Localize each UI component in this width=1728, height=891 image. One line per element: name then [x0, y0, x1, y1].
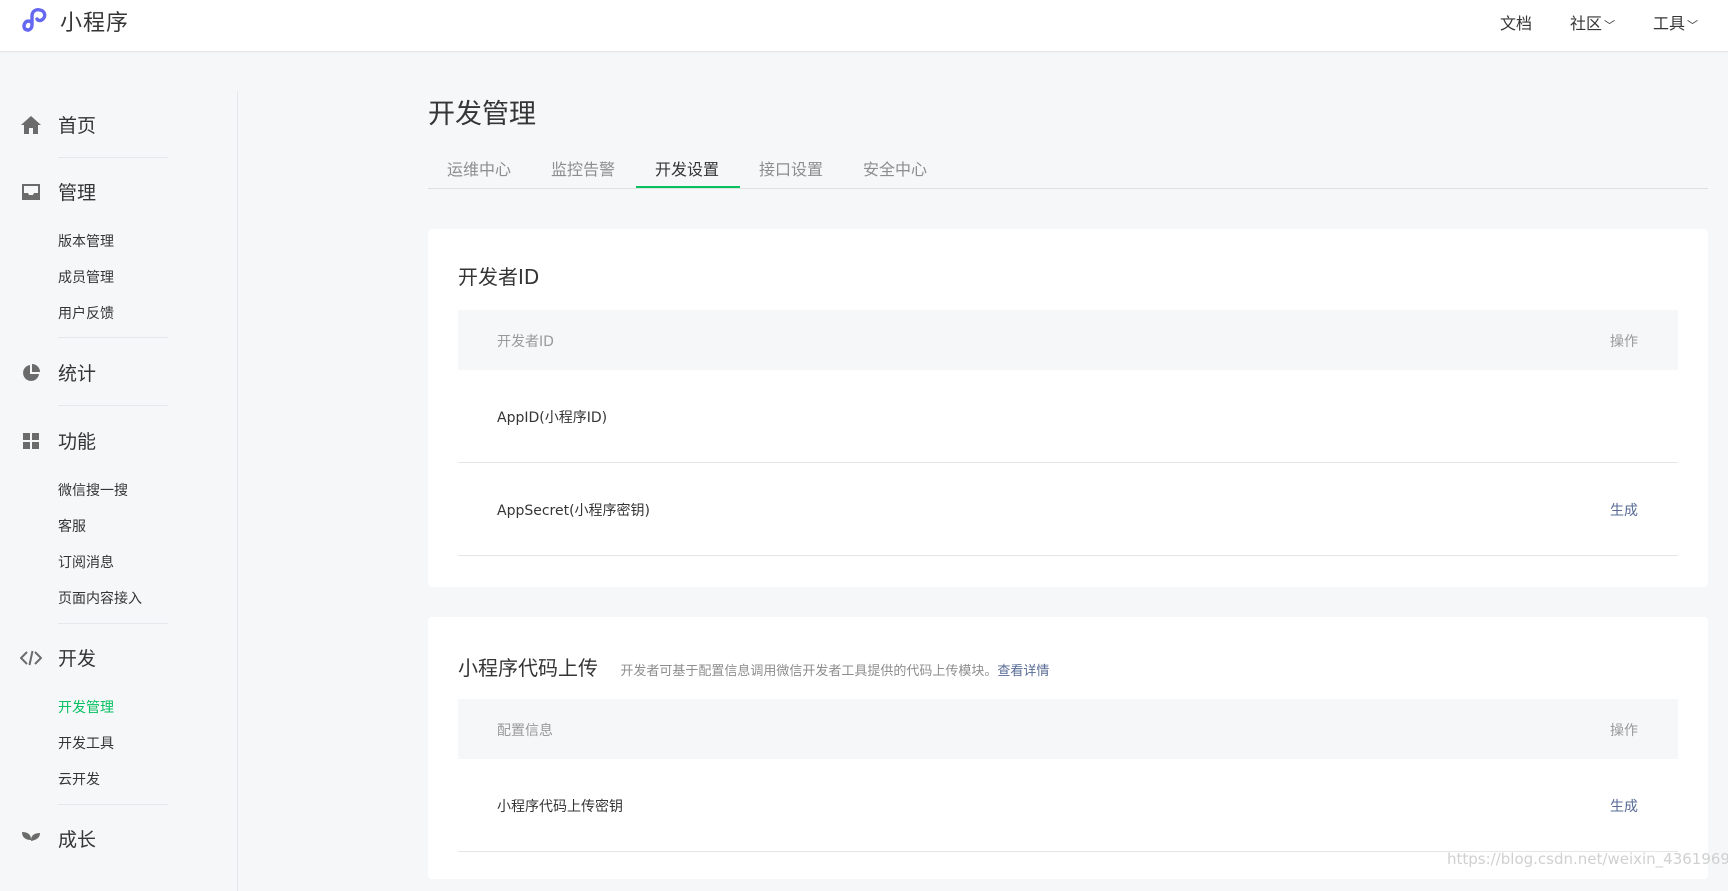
table-header: 配置信息 操作: [458, 699, 1678, 759]
sidebar-item-dev[interactable]: 开发: [20, 644, 96, 671]
active-tab-indicator: [636, 186, 740, 188]
sidebar-subitem-feedback[interactable]: 用户反馈: [58, 303, 114, 323]
card-title-row: 小程序代码上传 开发者可基于配置信息调用微信开发者工具提供的代码上传模块。查看详…: [458, 652, 1049, 681]
card-title: 开发者ID: [458, 265, 540, 289]
code-icon: [20, 647, 42, 669]
divider: [58, 804, 168, 805]
sidebar-subitem-version[interactable]: 版本管理: [58, 231, 114, 251]
inbox-icon: [20, 181, 42, 203]
view-details-link[interactable]: 查看详情: [997, 664, 1049, 679]
watermark: https://blog.csdn.net/weixin_43619697: [1447, 850, 1728, 868]
row-label: AppSecret(小程序密钥): [497, 503, 651, 519]
sidebar-item-label: 首页: [58, 115, 97, 137]
code-upload-card: 小程序代码上传 开发者可基于配置信息调用微信开发者工具提供的代码上传模块。查看详…: [428, 617, 1708, 879]
page-title: 开发管理: [428, 99, 536, 130]
column-header: 配置信息: [497, 723, 553, 739]
generate-upload-key-button[interactable]: 生成: [1610, 796, 1638, 816]
column-header: 操作: [1610, 334, 1638, 350]
table-row: AppSecret(小程序密钥) 生成: [458, 463, 1678, 556]
column-header: 开发者ID: [497, 334, 554, 350]
sidebar-item-manage[interactable]: 管理: [20, 178, 96, 205]
sidebar-item-stats[interactable]: 统计: [20, 359, 96, 386]
sidebar-divider: [237, 91, 238, 891]
column-header: 操作: [1610, 723, 1638, 739]
tab-api-settings[interactable]: 接口设置: [759, 156, 823, 180]
tab-monitoring[interactable]: 监控告警: [551, 156, 615, 180]
sidebar-item-label: 成长: [58, 829, 97, 851]
sidebar-item-growth[interactable]: 成长: [20, 825, 96, 852]
sprout-icon: [20, 828, 42, 850]
community-label: 社区: [1569, 14, 1602, 33]
sidebar-item-home[interactable]: 首页: [20, 111, 96, 138]
tab-ops-center[interactable]: 运维中心: [447, 156, 511, 180]
table-row: AppID(小程序ID): [458, 370, 1678, 463]
chevron-down-icon: ﹀: [1687, 19, 1698, 32]
docs-link[interactable]: 文档: [1500, 10, 1532, 34]
tools-label: 工具: [1652, 14, 1685, 33]
sidebar-subitem-dev-tools[interactable]: 开发工具: [58, 733, 114, 753]
pie-chart-icon: [20, 362, 42, 384]
description-text: 开发者可基于配置信息调用微信开发者工具提供的代码上传模块。: [620, 664, 998, 679]
row-label: 小程序代码上传密钥: [497, 799, 623, 815]
sidebar: 首页 管理 版本管理 成员管理 用户反馈 统计 功能 微信搜一搜 客服 订阅消息…: [0, 51, 238, 891]
tab-dev-settings[interactable]: 开发设置: [655, 156, 719, 180]
sidebar-subitem-members[interactable]: 成员管理: [58, 267, 114, 287]
sidebar-item-label: 开发: [58, 648, 97, 670]
table-row: 小程序代码上传密钥 生成: [458, 759, 1678, 852]
developer-id-card: 开发者ID 开发者ID 操作 AppID(小程序ID) AppSecret(小程…: [428, 229, 1708, 587]
tools-menu[interactable]: 工具 ﹀: [1653, 10, 1698, 34]
divider: [58, 405, 168, 406]
logo-text: 小程序: [60, 11, 130, 36]
divider: [58, 337, 168, 338]
sidebar-item-label: 功能: [58, 431, 97, 453]
tab-bar: 运维中心 监控告警 开发设置 接口设置 安全中心: [428, 146, 1708, 189]
sidebar-subitem-search[interactable]: 微信搜一搜: [58, 480, 128, 500]
home-icon: [20, 114, 42, 136]
sidebar-subitem-cloud-dev[interactable]: 云开发: [58, 769, 100, 789]
tab-security-center[interactable]: 安全中心: [863, 156, 927, 180]
sidebar-subitem-subscription[interactable]: 订阅消息: [58, 552, 114, 572]
divider: [58, 157, 168, 158]
sidebar-item-label: 管理: [58, 182, 97, 204]
top-nav: 文档 社区 ﹀ 工具 ﹀: [1500, 10, 1698, 34]
logo[interactable]: 小程序: [20, 4, 129, 38]
sidebar-subitem-page-content[interactable]: 页面内容接入: [58, 588, 142, 608]
card-description: 开发者可基于配置信息调用微信开发者工具提供的代码上传模块。查看详情: [620, 664, 1049, 679]
table-header: 开发者ID 操作: [458, 310, 1678, 370]
sidebar-item-features[interactable]: 功能: [20, 427, 96, 454]
chevron-down-icon: ﹀: [1603, 19, 1615, 32]
sidebar-subitem-customer-service[interactable]: 客服: [58, 516, 86, 536]
divider: [58, 623, 168, 624]
row-label: AppID(小程序ID): [497, 410, 608, 426]
card-title: 小程序代码上传: [458, 656, 598, 680]
community-menu[interactable]: 社区 ﹀: [1570, 10, 1615, 34]
miniprogram-logo-icon: [22, 8, 47, 32]
grid-icon: [20, 430, 42, 452]
top-bar: 小程序 文档 社区 ﹀ 工具 ﹀: [0, 0, 1728, 52]
sidebar-item-label: 统计: [58, 363, 97, 385]
sidebar-subitem-dev-manage[interactable]: 开发管理: [58, 697, 114, 717]
generate-secret-button[interactable]: 生成: [1610, 500, 1638, 520]
